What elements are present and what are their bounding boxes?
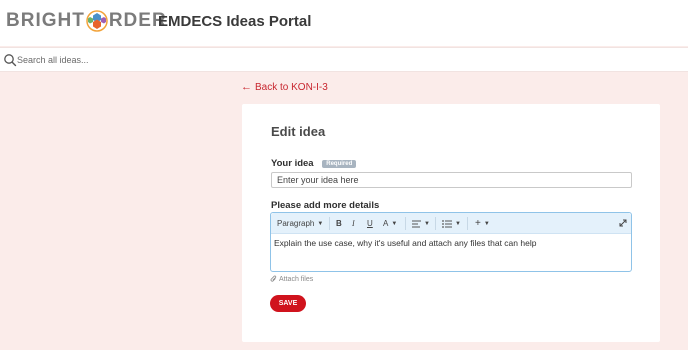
chevron-down-icon: ▼ xyxy=(455,220,461,227)
chevron-down-icon: ▼ xyxy=(317,220,324,227)
brightorder-logo[interactable]: BRIGHT RDER xyxy=(6,9,167,33)
idea-label-text: Your idea xyxy=(271,158,314,169)
back-link[interactable]: ← Back to KON-I-3 xyxy=(241,81,328,94)
toolbar-divider xyxy=(405,217,406,230)
attach-files-label: Attach files xyxy=(279,275,314,283)
search-icon[interactable] xyxy=(3,53,17,67)
search-input[interactable] xyxy=(17,51,317,69)
arrow-left-icon: ← xyxy=(241,81,252,93)
paragraph-style-label: Paragraph xyxy=(277,219,315,228)
insert-dropdown[interactable]: + ▼ xyxy=(475,217,490,230)
rich-text-editor[interactable]: Paragraph ▼ B I U A ▼ ▼ ▼ + ▼ Explain th… xyxy=(270,212,632,272)
bold-button[interactable]: B xyxy=(336,217,342,230)
attach-files-link[interactable]: Attach files xyxy=(270,275,313,283)
idea-title-input[interactable] xyxy=(271,172,632,188)
align-left-icon xyxy=(412,220,421,227)
idea-label: Your idea Required xyxy=(271,158,357,169)
list-dropdown[interactable]: ▼ xyxy=(442,217,461,230)
chevron-down-icon: ▼ xyxy=(483,220,490,227)
header: BRIGHT RDER EMDECS Ideas Portal xyxy=(0,0,688,46)
back-link-label: Back to KON-I-3 xyxy=(255,82,328,93)
editor-content[interactable]: Explain the use case, why it's useful an… xyxy=(274,238,536,248)
page-title: Edit idea xyxy=(271,124,326,139)
save-button[interactable]: SAVE xyxy=(270,295,306,312)
logo-hexagon-icon xyxy=(86,10,108,32)
font-color-label: A xyxy=(383,219,389,228)
plus-icon: + xyxy=(475,218,481,229)
paragraph-style-dropdown[interactable]: Paragraph ▼ xyxy=(277,217,323,230)
chevron-down-icon: ▼ xyxy=(391,220,398,227)
details-label: Please add more details xyxy=(271,200,380,211)
align-dropdown[interactable]: ▼ xyxy=(412,217,430,230)
paperclip-icon xyxy=(270,275,277,282)
underline-button[interactable]: U xyxy=(367,217,373,230)
toolbar-divider xyxy=(329,217,330,230)
edit-idea-card: Edit idea Your idea Required Please add … xyxy=(242,104,660,342)
font-color-dropdown[interactable]: A ▼ xyxy=(383,217,397,230)
toolbar-divider xyxy=(467,217,468,230)
chevron-down-icon: ▼ xyxy=(424,220,430,227)
logo-text-left: BRIGHT xyxy=(6,10,85,31)
editor-toolbar: Paragraph ▼ B I U A ▼ ▼ ▼ + ▼ xyxy=(271,213,631,234)
required-badge: Required xyxy=(322,160,357,168)
toolbar-divider xyxy=(435,217,436,230)
italic-button[interactable]: I xyxy=(352,217,355,230)
bulleted-list-icon xyxy=(442,219,452,228)
expand-icon[interactable] xyxy=(618,218,628,228)
search-bar xyxy=(0,47,688,72)
portal-title: EMDECS Ideas Portal xyxy=(158,13,312,30)
